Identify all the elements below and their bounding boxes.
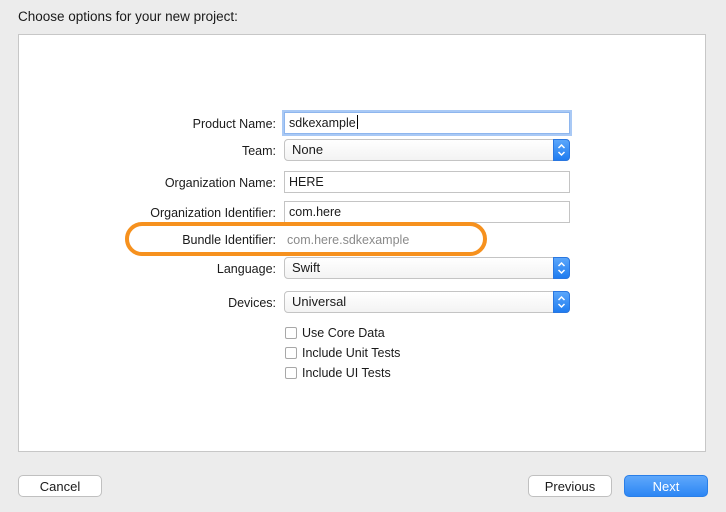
include-unit-tests-checkbox[interactable]: Include Unit Tests [285,345,400,361]
use-core-data-label: Use Core Data [302,326,385,340]
organization-identifier-value: com.here [289,205,342,219]
team-popup-chevron-icon [553,139,570,161]
devices-popup-chevron-icon [553,291,570,313]
product-name-value: sdkexample [289,116,356,130]
checkbox-box[interactable] [285,347,297,359]
bundle-identifier-value: com.here.sdkexample [287,233,410,247]
language-popup[interactable]: Swift [284,257,570,279]
include-unit-tests-label: Include Unit Tests [302,346,401,360]
devices-popup[interactable]: Universal [284,291,570,313]
include-ui-tests-label: Include UI Tests [302,366,391,380]
organization-identifier-field[interactable]: com.here [284,201,570,223]
cancel-button[interactable]: Cancel [18,475,102,497]
use-core-data-checkbox[interactable]: Use Core Data [285,325,385,341]
language-value: Swift [292,260,321,275]
dialog-title: Choose options for your new project: [18,9,238,24]
product-name-field[interactable]: sdkexample [284,112,570,134]
bundle-identifier-label: Bundle Identifier: [182,233,276,247]
next-button[interactable]: Next [624,475,708,497]
devices-value: Universal [292,294,347,309]
organization-name-label: Organization Name: [164,176,276,190]
include-ui-tests-checkbox[interactable]: Include UI Tests [285,365,391,381]
organization-name-value: HERE [289,175,324,189]
product-name-label: Product Name: [192,117,276,131]
checkbox-box[interactable] [285,327,297,339]
team-value: None [292,142,324,157]
organization-name-field[interactable]: HERE [284,171,570,193]
text-caret [356,115,358,129]
devices-label: Devices: [228,296,276,310]
organization-identifier-label: Organization Identifier: [150,206,276,220]
language-label: Language: [216,262,276,276]
language-popup-chevron-icon [553,257,570,279]
previous-button[interactable]: Previous [528,475,612,497]
team-popup[interactable]: None [284,139,570,161]
team-label: Team: [241,144,276,158]
checkbox-box[interactable] [285,367,297,379]
